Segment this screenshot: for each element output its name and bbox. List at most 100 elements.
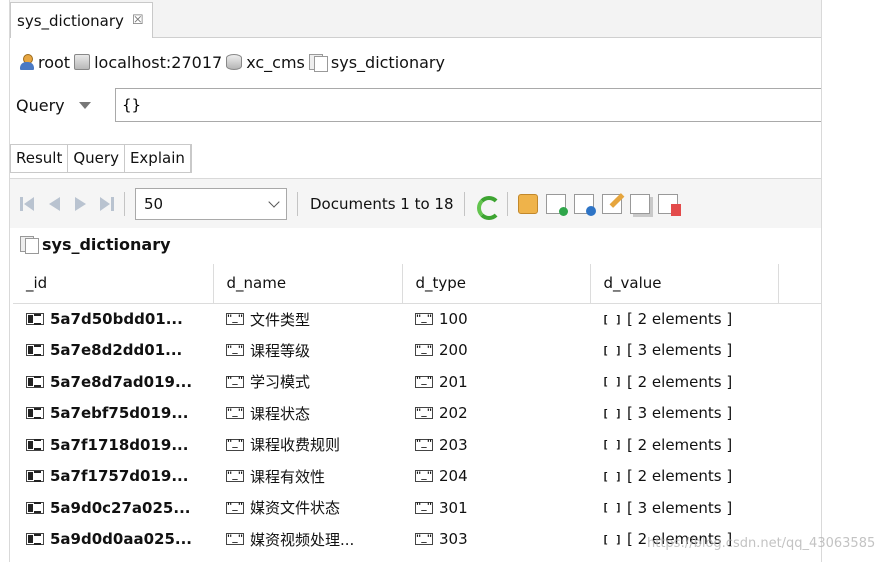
- column-header-d-value[interactable]: d_value: [590, 264, 779, 304]
- string-icon: "_": [415, 313, 433, 325]
- query-bar: Query: [10, 86, 821, 124]
- row-id: 5a7f1718d019...: [50, 435, 189, 454]
- row-type: 303: [439, 530, 468, 549]
- array-icon: [ ]: [602, 312, 622, 326]
- string-icon: "_": [415, 501, 433, 514]
- first-page-icon[interactable]: [20, 196, 36, 212]
- breadcrumb-user[interactable]: root: [20, 53, 70, 72]
- row-id: 5a9d0c27a025...: [50, 498, 191, 517]
- editor-tab-sys-dictionary[interactable]: sys_dictionary ☒: [10, 2, 153, 38]
- view-document-icon[interactable]: [573, 193, 596, 216]
- breadcrumb-database-label: xc_cms: [246, 52, 305, 72]
- string-icon: "_": [415, 344, 433, 357]
- row-id: 5a7e8d7ad019...: [50, 372, 193, 391]
- table-row[interactable]: 5a7f1718d019... "_" 课程收费规则 "_" 203 [ ] [ 2 …: [13, 429, 821, 461]
- watermark-text: https://blog.csdn.net/qq_43063585: [647, 536, 876, 551]
- row-value: [ 3 elements ]: [627, 404, 733, 423]
- string-icon: "_": [226, 344, 244, 357]
- column-header-id[interactable]: _id: [13, 264, 214, 304]
- table-row[interactable]: 5a9d0c27a025... "_" 媒资文件状态 "_" 301 [ ] [ 3 …: [13, 492, 821, 524]
- refresh-icon[interactable]: [475, 194, 501, 220]
- tab-query[interactable]: Query: [68, 145, 125, 172]
- row-id: 5a7d50bdd01...: [50, 310, 183, 328]
- array-icon: [ ]: [602, 438, 622, 452]
- object-icon: [26, 438, 44, 451]
- last-page-icon[interactable]: [98, 196, 114, 212]
- row-value: [ 3 elements ]: [627, 341, 733, 360]
- row-id: 5a9d0d0aa025...: [50, 530, 192, 549]
- lock-icon[interactable]: [517, 193, 538, 214]
- documents-table: _id d_name d_type d_value 5a7d50bdd01...…: [13, 264, 821, 555]
- server-icon: [74, 54, 91, 70]
- row-name: 课程收费规则: [250, 436, 341, 455]
- table-row[interactable]: 5a7e8d7ad019... "_" 学习模式 "_" 201 [ ] [ 2 el…: [13, 366, 821, 398]
- collection-icon: [308, 54, 328, 72]
- string-icon: "_": [415, 470, 433, 483]
- string-icon: "_": [226, 375, 244, 388]
- row-type: 200: [439, 341, 468, 360]
- row-name: 媒资文件状态: [250, 499, 341, 518]
- breadcrumb-user-label: root: [38, 52, 71, 72]
- results-toolbar: 50 Documents 1 to 18: [10, 178, 821, 228]
- breadcrumb-collection[interactable]: sys_dictionary: [308, 52, 445, 72]
- array-icon: [ ]: [602, 532, 622, 546]
- table-header-row: _id d_name d_type d_value: [13, 264, 821, 304]
- row-type: 100: [439, 310, 468, 328]
- insert-document-icon[interactable]: [545, 193, 568, 216]
- breadcrumb-database[interactable]: xc_cms: [226, 53, 305, 72]
- result-tabs: Result Query Explain: [10, 144, 192, 173]
- object-icon: [26, 344, 44, 357]
- row-type: 203: [439, 435, 468, 454]
- query-dropdown-icon[interactable]: [78, 101, 91, 109]
- table-row[interactable]: 5a7d50bdd01... "_" 文件类型 "_" 100 [ ] [ 2 ele…: [13, 303, 821, 335]
- breadcrumb-host-label: localhost:27017: [94, 52, 223, 72]
- previous-page-icon[interactable]: [46, 196, 62, 212]
- editor-tabbar: sys_dictionary ☒: [10, 0, 821, 38]
- row-type: 204: [439, 467, 468, 486]
- row-name: 课程状态: [250, 404, 311, 423]
- toolbar-separator: [297, 191, 298, 216]
- row-name: 课程有效性: [250, 467, 326, 486]
- row-type: 201: [439, 372, 468, 391]
- row-name: 学习模式: [250, 373, 311, 392]
- database-icon: [226, 54, 243, 70]
- tab-result[interactable]: Result: [11, 145, 69, 172]
- array-icon: [ ]: [602, 406, 622, 420]
- row-value: [ 2 elements ]: [627, 435, 733, 454]
- array-icon: [ ]: [602, 375, 622, 389]
- table-row[interactable]: 5a7f1757d019... "_" 课程有效性 "_" 204 [ ] [ 2 e…: [13, 461, 821, 493]
- tab-explain[interactable]: Explain: [124, 145, 191, 172]
- table-row[interactable]: 5a7ebf75d019... "_" 课程状态 "_" 202 [ ] [ 3 el…: [13, 398, 821, 430]
- array-icon: [ ]: [602, 501, 622, 515]
- string-icon: "_": [415, 533, 433, 546]
- page-size-select[interactable]: 50: [135, 187, 287, 220]
- string-icon: "_": [226, 407, 244, 420]
- user-icon: [20, 54, 34, 70]
- string-icon: "_": [415, 407, 433, 420]
- collection-title-label: sys_dictionary: [42, 234, 171, 254]
- object-icon: [26, 313, 44, 325]
- query-input[interactable]: [115, 88, 821, 122]
- object-icon: [26, 407, 44, 420]
- page-size-value: 50: [144, 194, 164, 213]
- copy-document-icon[interactable]: [629, 193, 650, 214]
- breadcrumb: root localhost:27017 xc_cms sys_dictiona…: [10, 40, 821, 84]
- row-id: 5a7f1757d019...: [50, 467, 189, 486]
- row-name: 媒资视频处理...: [250, 530, 355, 549]
- toolbar-separator: [463, 191, 465, 216]
- column-header-d-type[interactable]: d_type: [402, 264, 591, 304]
- breadcrumb-collection-label: sys_dictionary: [330, 52, 445, 72]
- edit-document-icon[interactable]: [601, 193, 622, 214]
- string-icon: "_": [226, 438, 244, 451]
- row-value: [ 2 elements ]: [627, 372, 733, 391]
- row-value: [ 2 elements ]: [627, 310, 733, 328]
- row-value: [ 2 elements ]: [627, 467, 733, 486]
- delete-document-icon[interactable]: [657, 193, 681, 216]
- breadcrumb-host[interactable]: localhost:27017: [74, 53, 222, 72]
- next-page-icon[interactable]: [72, 196, 88, 212]
- table-row[interactable]: 5a7e8d2dd01... "_" 课程等级 "_" 200 [ ] [ 3 ele…: [13, 335, 821, 367]
- column-header-empty: [778, 264, 821, 304]
- column-header-d-name[interactable]: d_name: [213, 264, 403, 304]
- close-icon[interactable]: ☒: [132, 13, 144, 28]
- row-name: 文件类型: [250, 310, 311, 329]
